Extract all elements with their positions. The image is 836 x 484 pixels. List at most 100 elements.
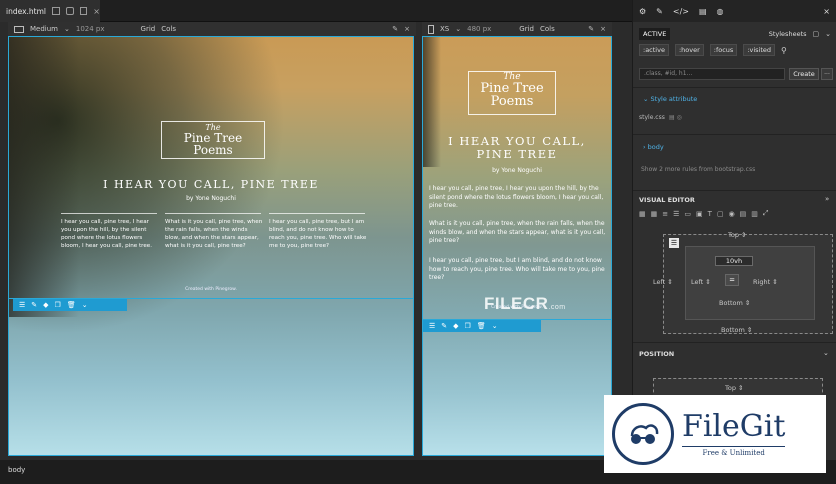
position-top-label[interactable]: Top ⇕ [725,384,743,392]
style-attribute-toggle[interactable]: ⌄ Style attribute [643,95,697,103]
tag-icon[interactable]: ◆ [43,301,48,309]
sliders-icon[interactable]: ☰ [429,322,435,330]
padding-left-label[interactable]: Left ⇕ [691,278,711,286]
location-tool-icon[interactable]: ◉ [729,210,735,218]
more-button[interactable]: ... [821,68,833,80]
menu-icon[interactable]: ☰ [669,238,679,248]
logo-box-xs[interactable]: The Pine Tree Poems [468,71,556,115]
chevron-down-icon[interactable]: ⌄ [82,301,88,309]
box-tool-icon[interactable]: ▭ [684,210,691,218]
poem-headline[interactable]: I HEAR YOU CALL, PINE TREE [9,178,413,191]
trash-icon[interactable]: 🗑 [477,322,486,330]
image-tool-icon[interactable]: ▣ [696,210,703,218]
breadcrumb-body[interactable]: body [8,466,25,474]
poem-column-3[interactable]: I hear you call, pine tree, but I am bli… [269,218,367,250]
ruler-tool-icon[interactable]: ▥ [751,210,758,218]
pane-xs-bar: XS ⌄ 480 px Grid Cols ✎ × [422,22,612,36]
selector-input[interactable]: .class, #id, h1... [639,68,785,80]
collapse-icon[interactable]: » [825,195,829,203]
poem-xs-3[interactable]: I hear you call, pine tree, but I am bli… [429,257,607,283]
pseudo-hover[interactable]: :hover [674,44,704,56]
tab-index-html[interactable]: index.html × [0,0,100,22]
page-icon[interactable] [79,7,88,15]
padding-bottom-label[interactable]: Bottom ⇕ [719,299,750,307]
chevron-down-icon[interactable]: ⌄ [64,25,70,33]
pen-icon[interactable]: ✎ [392,25,398,33]
margin-bottom-label[interactable]: Bottom ⇕ [721,326,752,334]
body-rule-toggle[interactable]: › body [643,143,664,151]
active-tab[interactable]: ACTIVE [639,28,671,40]
cols-toggle-xs[interactable]: Cols [540,25,555,33]
device-select[interactable]: Medium [30,25,58,33]
tag-icon[interactable]: ◆ [453,322,458,330]
brush-icon[interactable]: ✎ [31,301,37,309]
edit-icon[interactable]: ▤ ◎ [669,114,682,121]
close-pane-icon[interactable]: × [404,25,410,33]
pen-icon[interactable]: ✎ [588,25,594,33]
preview-icon[interactable] [65,7,74,15]
poem-xs-1[interactable]: I hear you call, pine tree, I hear you u… [429,185,607,211]
padding-top-input[interactable]: 10vh [715,256,753,266]
create-rule-button[interactable]: Create [789,68,819,80]
font-tool-icon[interactable]: T [708,210,712,218]
poem-byline-xs[interactable]: by Yone Noguchi [423,167,611,174]
text-tool-icon[interactable]: ☰ [673,210,679,218]
page-canvas-medium[interactable]: The Pine Tree Poems I HEAR YOU CALL, PIN… [8,36,414,456]
poem-byline[interactable]: by Yone Noguchi [9,195,413,202]
poem-column-1[interactable]: I hear you call, pine tree, I hear you u… [61,218,159,250]
filecr-text: FILECR [484,294,549,313]
page-canvas-xs[interactable]: The Pine Tree Poems I HEAR YOU CALL, PIN… [422,36,612,456]
grid-tool-icon[interactable]: ▦ [651,210,658,218]
settings-icon[interactable]: ⚙ [639,7,646,16]
close-panel-icon[interactable]: × [823,7,830,16]
margin-bottom-text: Bottom [721,326,745,334]
file-icon[interactable]: ▢ [813,30,820,38]
code-icon[interactable]: </> [673,7,689,16]
expand-tool-icon[interactable]: ⤢ [763,209,769,218]
pseudo-visited[interactable]: :visited [743,44,776,56]
cols-toggle[interactable]: Cols [161,25,176,33]
layers-icon[interactable]: ▤ [699,7,707,16]
close-tab-icon[interactable]: × [93,7,100,16]
grid-toggle-xs[interactable]: Grid [519,25,534,33]
brush-icon[interactable]: ✎ [656,7,663,16]
align-tool-icon[interactable]: ≡ [662,210,668,218]
logo-line-2: Poems [193,143,233,157]
column-rule-2 [165,213,261,214]
shadow-tool-icon[interactable]: ▤ [740,210,747,218]
chevron-down-icon[interactable]: ⌄ [825,30,831,38]
chevron-down-icon[interactable]: ⌄ [492,322,498,330]
stylesheets-select[interactable]: Stylesheets [769,30,807,38]
poem-column-2[interactable]: What is it you call, pine tree, when the… [165,218,263,250]
copy-icon[interactable]: ❐ [465,322,471,330]
logo-box[interactable]: The Pine Tree Poems [161,121,265,159]
padding-right-label[interactable]: Right ⇕ [753,278,778,286]
pseudo-active[interactable]: :active [639,44,669,56]
layout-tool-icon[interactable]: ▦ [639,210,646,218]
device-select-xs[interactable]: XS [440,25,449,33]
brush-icon[interactable]: ✎ [441,322,447,330]
poem-headline-xs[interactable]: I HEAR YOU CALL, PINE TREE [423,135,611,161]
position-title: POSITION [639,350,675,358]
close-pane-icon[interactable]: × [600,25,606,33]
chevron-down-icon[interactable]: ⌄ [455,25,461,33]
headline-xs-line-2: PINE TREE [476,147,558,161]
pseudo-focus[interactable]: :focus [709,44,738,56]
content-box[interactable]: = [725,274,739,286]
element-toolbar-xs: ☰ ✎ ◆ ❐ 🗑 ⌄ [423,320,541,332]
sliders-icon[interactable]: ☰ [19,301,25,309]
margin-top-text: Top [728,231,739,239]
grid-toggle[interactable]: Grid [141,25,156,33]
margin-left-label[interactable]: Left ⇕ [653,278,673,286]
poem-xs-2[interactable]: What is it you call, pine tree, when the… [429,220,607,246]
visual-editor-title: VISUAL EDITOR [639,196,695,204]
chevron-down-icon[interactable]: ⌄ [823,349,829,357]
copy-icon[interactable]: ❐ [55,301,61,309]
margin-top-label[interactable]: Top ⇕ [728,231,746,239]
trash-icon[interactable]: 🗑 [67,301,76,309]
pin-icon[interactable]: ⚲ [781,46,787,55]
more-rules-link[interactable]: Show 2 more rules from bootstrap.css [641,166,755,173]
layout-icon[interactable] [52,7,60,15]
border-tool-icon[interactable]: ▢ [717,210,724,218]
globe-icon[interactable]: ◍ [717,7,724,16]
